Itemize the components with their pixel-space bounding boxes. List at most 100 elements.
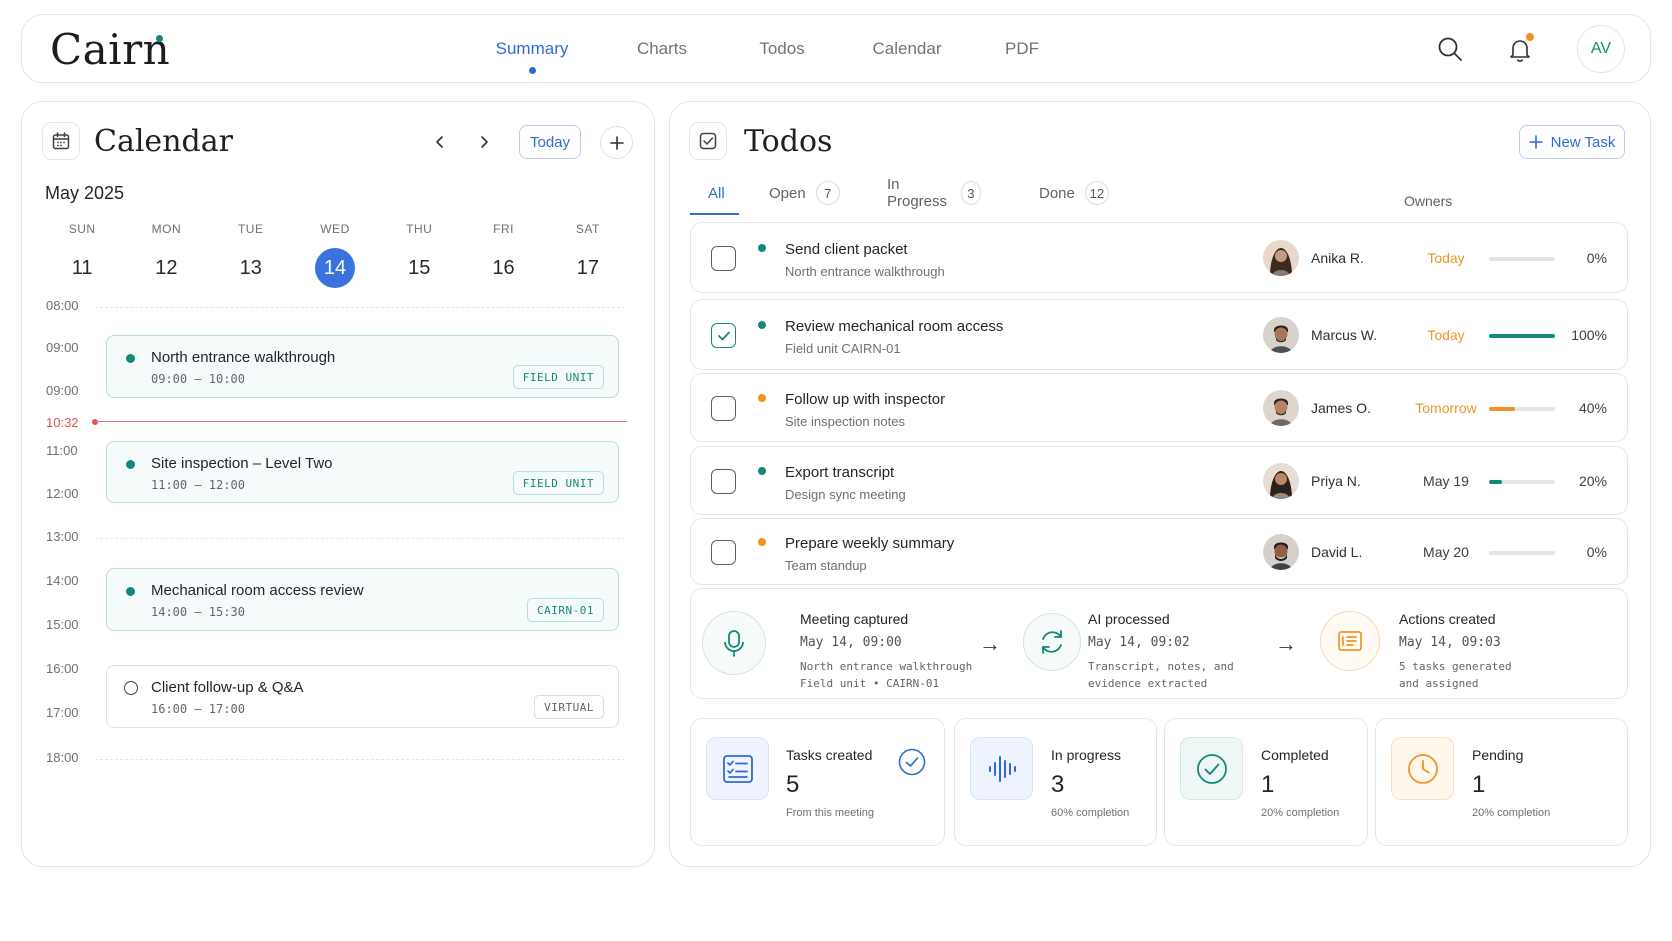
new-task-button[interactable]: New Task — [1519, 125, 1625, 159]
chevron-right-icon — [481, 136, 488, 148]
todo-row[interactable]: Export transcript Design sync meeting Pr… — [690, 446, 1628, 515]
time-label: 09:00 — [46, 383, 79, 398]
owner-name: Priya N. — [1311, 473, 1361, 489]
progress-track — [1489, 407, 1555, 411]
priority-dot — [758, 244, 766, 252]
todo-checkbox[interactable] — [711, 396, 736, 421]
nav-pdf[interactable]: PDF — [992, 15, 1052, 84]
owner-avatar — [1263, 463, 1299, 499]
pipeline-step-note: 5 tasks generated — [1399, 660, 1512, 673]
time-label: 12:00 — [46, 486, 79, 501]
owner-name: Marcus W. — [1311, 327, 1378, 343]
tab-label: Open — [769, 184, 806, 202]
check-icon — [717, 331, 730, 340]
checklist-icon — [706, 737, 769, 800]
day-number[interactable]: 16 — [484, 248, 524, 288]
owner-name: James O. — [1311, 400, 1371, 416]
owner-avatar — [1263, 534, 1299, 570]
stat-value: 1 — [1472, 771, 1486, 798]
weekday-name: SAT — [575, 222, 600, 236]
day-number[interactable]: 17 — [568, 248, 608, 288]
todos-title: Todos — [744, 124, 833, 159]
todo-row[interactable]: Send client packet North entrance walkth… — [690, 222, 1628, 293]
todo-checkbox[interactable] — [711, 246, 736, 271]
event-tag: FIELD UNIT — [512, 471, 604, 495]
search-icon[interactable] — [1435, 34, 1465, 64]
arrow-right-icon: → — [1275, 631, 1297, 656]
stat-note: 20% completion — [1472, 807, 1551, 819]
list-icon — [1320, 611, 1380, 671]
time-label: 18:00 — [46, 750, 79, 765]
tab-done[interactable]: Done 12 — [1039, 180, 1109, 206]
todo-title: Follow up with inspector — [785, 391, 946, 408]
todo-row[interactable]: Prepare weekly summary Team standup Davi… — [690, 518, 1628, 585]
week-strip: SUN 11 MON 12 TUE 13 WED 14 THU 15 FRI 16 SAT 1… — [40, 222, 630, 288]
event-title: Site inspection – Level Two — [151, 455, 333, 472]
pipeline-step-time: May 14, 09:00 — [800, 635, 902, 650]
event-card[interactable]: Site inspection – Level Two 11:00 – 12:0… — [106, 441, 619, 503]
event-card[interactable]: Client follow-up & Q&A 16:00 – 17:00 VIR… — [106, 665, 619, 728]
todo-subtitle: Site inspection notes — [785, 414, 905, 429]
weekday-name: FRI — [493, 222, 514, 236]
logo-dot — [156, 35, 163, 42]
day-number[interactable]: 11 — [62, 248, 102, 288]
owner-name: Anika R. — [1311, 250, 1364, 266]
event-card[interactable]: Mechanical room access review 14:00 – 15… — [106, 568, 619, 631]
nav-charts[interactable]: Charts — [622, 15, 702, 84]
progress-percent: 40% — [1578, 400, 1607, 416]
todo-checkbox-checked[interactable] — [711, 323, 736, 348]
stat-note: 60% completion — [1051, 807, 1130, 819]
grid-line — [95, 307, 625, 308]
todo-row[interactable]: Review mechanical room access Field unit… — [690, 299, 1628, 370]
stat-label: Tasks created — [786, 747, 873, 763]
app-logo[interactable]: Cairn — [50, 25, 170, 74]
progress-track — [1489, 551, 1555, 555]
tab-open[interactable]: Open 7 — [769, 180, 840, 206]
owner-name: David L. — [1311, 544, 1363, 560]
current-time-label: 10:32 — [46, 415, 79, 430]
grid-line — [95, 538, 625, 539]
calendar-icon — [42, 122, 80, 160]
stat-card-completed: Completed 1 20% completion — [1164, 718, 1368, 846]
event-card[interactable]: North entrance walkthrough 09:00 – 10:00… — [106, 335, 619, 398]
progress-fill — [1489, 480, 1503, 484]
progress-percent: 0% — [1586, 250, 1607, 266]
tab-count: 7 — [815, 181, 840, 205]
weekday-name: WED — [320, 222, 350, 236]
todo-title: Review mechanical room access — [785, 318, 1004, 335]
tab-all[interactable]: All — [708, 180, 725, 206]
weekday-name: THU — [406, 222, 433, 236]
time-label: 14:00 — [46, 573, 79, 588]
due-date: Tomorrow — [1415, 400, 1477, 416]
owner-avatar — [1263, 240, 1299, 276]
pipeline-step-time: May 14, 09:03 — [1399, 635, 1501, 650]
due-date: May 19 — [1423, 473, 1469, 489]
weekday-name: SUN — [68, 222, 96, 236]
progress-percent: 0% — [1586, 544, 1607, 560]
add-event-button[interactable] — [600, 126, 633, 159]
stat-card-tasks-created: Tasks created 5 From this meeting — [690, 718, 945, 846]
todo-checkbox[interactable] — [711, 540, 736, 565]
time-label: 09:00 — [46, 340, 79, 355]
event-time: 14:00 – 15:30 — [151, 605, 245, 619]
todo-row[interactable]: Follow up with inspector Site inspection… — [690, 373, 1628, 442]
tab-in-progress[interactable]: In Progress 3 — [887, 176, 982, 210]
stat-value: 1 — [1261, 771, 1275, 798]
day-number-selected[interactable]: 14 — [314, 248, 355, 288]
priority-dot — [758, 467, 766, 475]
event-time: 16:00 – 17:00 — [151, 702, 245, 716]
nav-todos[interactable]: Todos — [742, 15, 822, 84]
due-date: May 20 — [1423, 544, 1469, 560]
day-number[interactable]: 15 — [399, 248, 439, 288]
day-number[interactable]: 12 — [146, 248, 186, 288]
todo-checkbox[interactable] — [711, 469, 736, 494]
nav-calendar[interactable]: Calendar — [862, 15, 952, 84]
nav-summary[interactable]: Summary — [482, 15, 582, 84]
day-column: SUN 11 — [40, 222, 124, 288]
progress-percent: 20% — [1578, 473, 1607, 489]
next-week-button[interactable] — [471, 129, 497, 155]
today-button[interactable]: Today — [519, 125, 581, 159]
user-avatar[interactable]: AV — [1577, 25, 1625, 73]
prev-week-button[interactable] — [427, 129, 453, 155]
day-number[interactable]: 13 — [231, 248, 271, 288]
